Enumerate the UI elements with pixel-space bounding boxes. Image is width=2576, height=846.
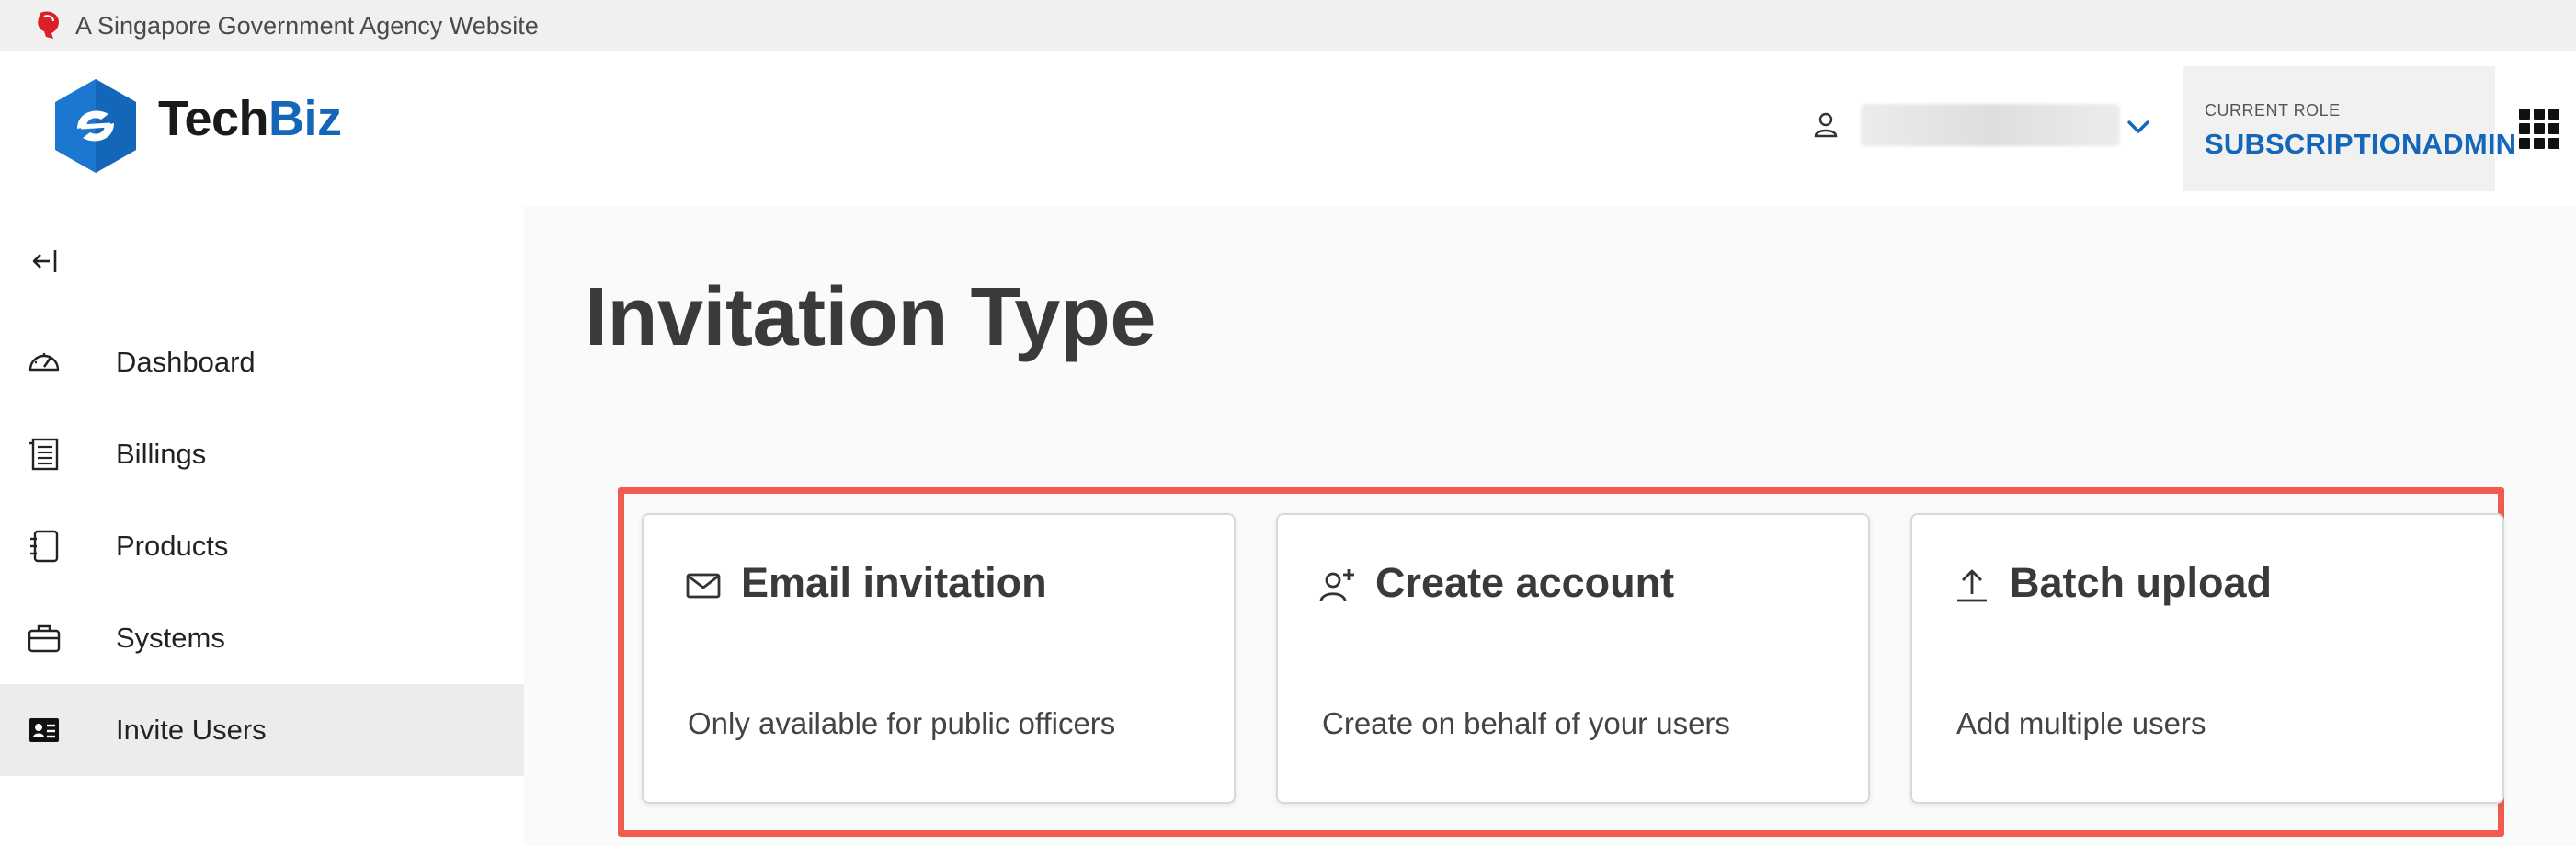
card-title: Batch upload (2010, 559, 2273, 606)
site-header: TechBiz CURRENT ROLE SUBSCRIPTIONADMIN (0, 51, 2576, 206)
card-batch-upload[interactable]: Batch upload Add multiple users (1910, 513, 2504, 804)
card-description: Add multiple users (1956, 706, 2206, 740)
card-email-invitation[interactable]: Email invitation Only available for publ… (642, 513, 1236, 804)
chevron-down-icon[interactable] (2122, 110, 2155, 143)
role-value: SUBSCRIPTIONADMIN (2205, 128, 2517, 160)
sidebar-item-billings[interactable]: Billings (0, 408, 524, 500)
collapse-sidebar-icon[interactable] (28, 243, 64, 280)
sidebar-item-products[interactable]: Products (0, 500, 524, 592)
sidebar-item-invite-users[interactable]: Invite Users (0, 684, 524, 776)
sidebar: Dashboard Billings Products Systems Invi… (0, 206, 524, 846)
card-title: Create account (1375, 559, 1675, 606)
envelope-icon (686, 573, 721, 599)
sidebar-item-label: Systems (116, 622, 225, 654)
main-content: Invitation Type Email invitation Only av… (524, 206, 2576, 846)
gov-masthead: A Singapore Government Agency Website (0, 0, 2576, 51)
card-description: Create on behalf of your users (1322, 706, 1730, 740)
sidebar-item-label: Invite Users (116, 714, 267, 746)
add-user-icon (1319, 569, 1354, 602)
sidebar-item-label: Products (116, 530, 229, 562)
id-card-icon (29, 718, 59, 742)
person-icon (1814, 112, 1838, 138)
receipt-icon (29, 438, 59, 471)
card-title: Email invitation (741, 559, 1047, 606)
brand-tech: Tech (158, 91, 269, 146)
user-menu[interactable] (1809, 99, 2149, 151)
speedometer-icon (28, 353, 60, 372)
techbiz-logo-icon[interactable] (50, 75, 142, 177)
card-description: Only available for public officers (688, 706, 1116, 740)
brand-name[interactable]: TechBiz (158, 90, 342, 147)
current-role-box[interactable]: CURRENT ROLE SUBSCRIPTIONADMIN (2183, 66, 2517, 191)
brand-biz: Biz (268, 91, 342, 146)
sidebar-item-dashboard[interactable]: Dashboard (0, 316, 524, 408)
user-name-redacted (1861, 104, 2120, 146)
apps-grid-icon[interactable] (2519, 109, 2559, 149)
masthead-text: A Singapore Government Agency Website (75, 12, 539, 40)
briefcase-icon (28, 624, 61, 653)
sidebar-item-label: Dashboard (116, 346, 256, 378)
sidebar-item-systems[interactable]: Systems (0, 592, 524, 684)
notebook-icon (30, 530, 59, 563)
lion-head-icon (38, 11, 59, 39)
card-create-account[interactable]: Create account Create on behalf of your … (1276, 513, 1870, 804)
upload-icon (1957, 569, 1987, 602)
role-label: CURRENT ROLE (2205, 101, 2341, 120)
page-title: Invitation Type (585, 271, 1156, 363)
sidebar-item-label: Billings (116, 438, 207, 470)
